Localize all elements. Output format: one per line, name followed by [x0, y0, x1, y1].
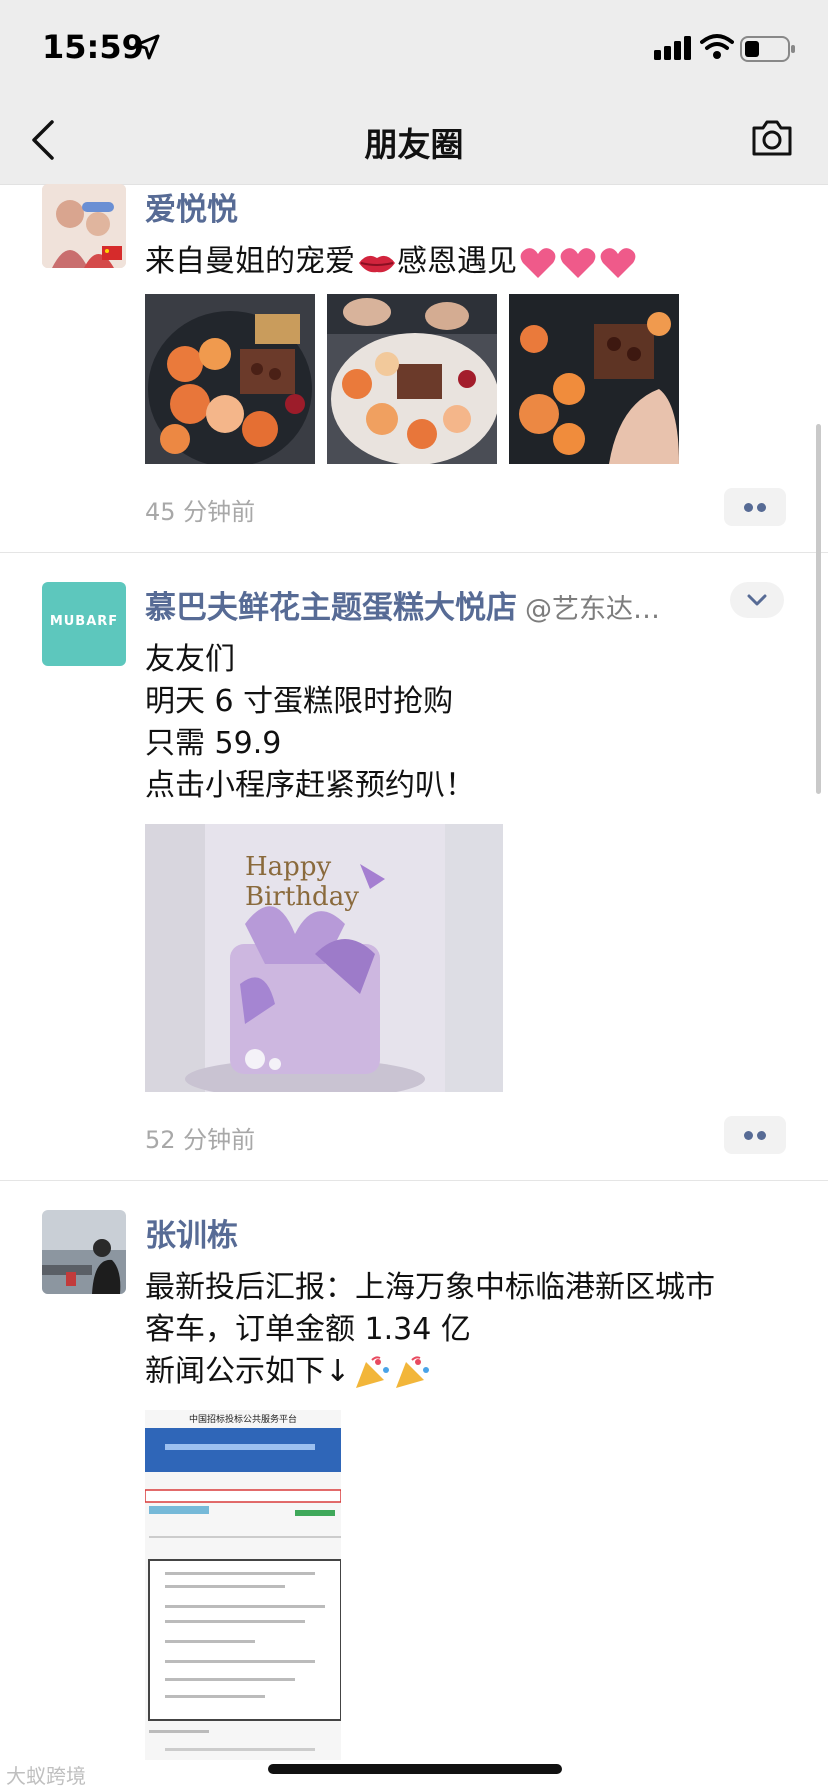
mention-text: @艺东达…: [525, 594, 660, 625]
battery-icon: [740, 36, 795, 62]
cake-topper-text: Happy Birthday: [245, 852, 359, 912]
post-image[interactable]: 中国招标投标公共服务平台: [145, 1410, 341, 1760]
more-actions-button[interactable]: [724, 1116, 786, 1154]
moment-post: 爱悦悦 来自曼姐的宠爱 感恩遇见 45 分钟前: [0, 184, 828, 552]
post-timestamp: 52 分钟前: [145, 1126, 256, 1154]
avatar[interactable]: [42, 184, 126, 268]
post-image[interactable]: Happy Birthday: [145, 824, 503, 1092]
avatar-brand-text: MUBARF: [49, 614, 119, 629]
watermark: 大蚁跨境: [6, 1764, 86, 1788]
post-text-line: 明天 6 寸蛋糕限时抢购: [145, 684, 454, 719]
post-text-line: 友友们: [145, 642, 235, 677]
post-text-line: 客车，订单金额 1.34 亿: [145, 1312, 471, 1347]
moment-post: 张训栋 最新投后汇报：上海万象中标临港新区城市 客车，订单金额 1.34 亿 新…: [0, 1180, 828, 1792]
heart-emoji-icon: [520, 247, 556, 278]
status-time: 15:59: [42, 28, 144, 66]
home-indicator[interactable]: [268, 1764, 562, 1774]
camera-icon[interactable]: [750, 118, 794, 158]
post-image[interactable]: [145, 294, 315, 464]
avatar[interactable]: MUBARF: [42, 582, 126, 666]
header: 15:59 朋友圈: [0, 0, 828, 185]
heart-emoji-icon: [600, 247, 636, 278]
author-name[interactable]: 张训栋: [145, 1210, 238, 1255]
dot: [757, 503, 766, 512]
dot: [744, 503, 753, 512]
avatar-photo: [42, 184, 126, 268]
heart-emoji-icon: [560, 247, 596, 278]
avatar[interactable]: [42, 1210, 126, 1294]
post-text-line: 只需 59.9: [145, 726, 282, 761]
author-name[interactable]: 爱悦悦: [145, 184, 238, 229]
post-text-segment: 感恩遇见: [397, 244, 517, 279]
cellular-signal-icon: [654, 36, 691, 60]
post-image[interactable]: [509, 294, 679, 464]
post-text-line: 新闻公示如下↓: [145, 1346, 430, 1390]
page-title: 朋友圈: [364, 125, 464, 164]
post-text-line: 最新投后汇报：上海万象中标临港新区城市: [145, 1270, 715, 1305]
post-text-line: 点击小程序赶紧预约叭！: [145, 768, 475, 803]
party-popper-icon: [356, 1355, 390, 1388]
location-arrow-icon: [134, 34, 160, 60]
expand-button[interactable]: [730, 582, 784, 618]
chevron-down-icon: [747, 594, 767, 606]
author-name[interactable]: 慕巴夫鲜花主题蛋糕大悦店 @艺东达…: [145, 582, 660, 627]
scrollbar[interactable]: [816, 424, 821, 794]
lips-emoji-icon: [359, 255, 395, 272]
party-popper-icon: [396, 1355, 430, 1388]
post-text-line: 来自曼姐的宠爱 感恩遇见: [145, 236, 637, 280]
wifi-icon: [700, 34, 734, 59]
post-text-segment: 来自曼姐的宠爱: [145, 244, 355, 279]
moment-post: MUBARF 慕巴夫鲜花主题蛋糕大悦店 @艺东达… 友友们 明天 6 寸蛋糕限时抢…: [0, 552, 828, 1180]
author-name-text: 慕巴夫鲜花主题蛋糕大悦店: [145, 590, 517, 626]
post-text-segment: 新闻公示如下↓: [145, 1354, 351, 1389]
post-image[interactable]: [327, 294, 497, 464]
post-timestamp: 45 分钟前: [145, 498, 256, 526]
avatar-photo: [42, 1210, 126, 1294]
dot: [744, 1131, 753, 1140]
dot: [757, 1131, 766, 1140]
more-actions-button[interactable]: [724, 488, 786, 526]
